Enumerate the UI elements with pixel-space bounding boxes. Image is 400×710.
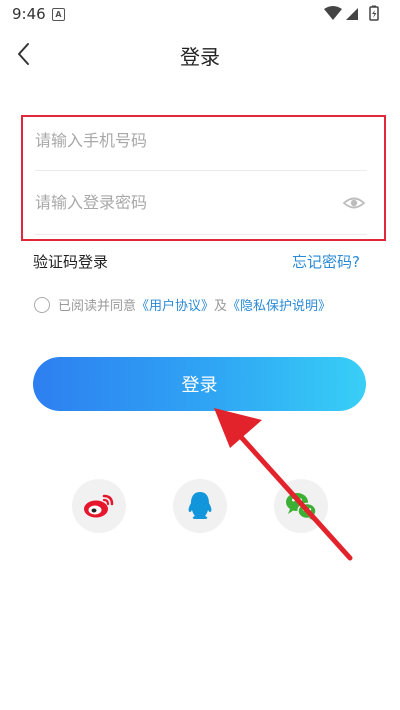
weibo-icon xyxy=(84,494,114,518)
wechat-icon xyxy=(286,493,317,521)
forgot-password-link[interactable]: 忘记密码? xyxy=(292,251,360,272)
notification-icon: A xyxy=(52,8,65,21)
user-agreement-link[interactable]: 《用户协议》 xyxy=(136,299,214,314)
page-title: 登录 xyxy=(180,45,220,69)
status-bar: 9:46 A xyxy=(0,0,400,28)
phone-input[interactable] xyxy=(35,121,367,159)
agreement-row: 已阅读并同意《用户协议》及《隐私保护说明》 xyxy=(34,295,331,315)
divider xyxy=(35,170,367,171)
qq-icon xyxy=(188,492,212,519)
weibo-login-button[interactable] xyxy=(72,479,126,533)
agreement-and: 及 xyxy=(214,299,228,314)
app-header: 登录 xyxy=(0,28,400,80)
privacy-link[interactable]: 《隐私保护说明》 xyxy=(227,299,331,314)
status-icons xyxy=(322,5,386,25)
login-form xyxy=(21,115,386,241)
status-time: 9:46 xyxy=(12,5,46,23)
agreement-prefix: 已阅读并同意 xyxy=(58,299,137,314)
password-input[interactable] xyxy=(35,183,335,221)
wechat-login-button[interactable] xyxy=(274,479,328,533)
divider xyxy=(35,234,367,235)
qq-login-button[interactable] xyxy=(173,479,227,533)
agreement-radio[interactable] xyxy=(34,296,50,313)
login-button[interactable]: 登录 xyxy=(33,357,366,411)
sms-login-link[interactable]: 验证码登录 xyxy=(33,251,108,272)
signal-battery-icon xyxy=(324,5,379,21)
annotation-arrow xyxy=(214,408,353,561)
eye-icon[interactable] xyxy=(342,191,366,215)
